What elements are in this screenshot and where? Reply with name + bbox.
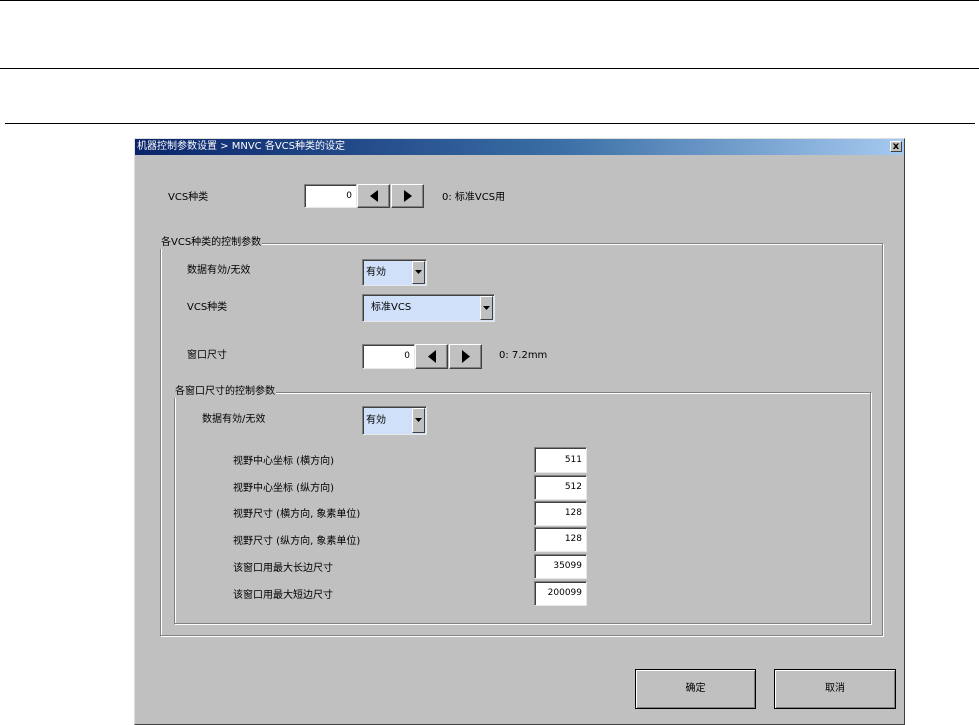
window-size-input[interactable]: 0 xyxy=(362,344,415,369)
window-size-params-legend: 各窗口尺寸的控制参数 xyxy=(174,386,276,398)
dialog-title: 机器控制参数设置 > MNVC 各VCS种类的设定 xyxy=(137,141,346,152)
param-row-label: 视野尺寸 (横方向, 象素单位) xyxy=(233,509,361,520)
vcs-control-params-legend: 各VCS种类的控制参数 xyxy=(160,237,263,249)
window-data-valid-dropdown-button[interactable] xyxy=(412,408,425,433)
vcs-kind-dropdown-button[interactable] xyxy=(480,296,493,320)
cancel-button[interactable]: 取消 xyxy=(774,669,896,709)
param-row-input[interactable]: 512 xyxy=(534,475,587,500)
vcs-kind-label: VCS种类 xyxy=(187,302,228,313)
arrow-left-icon xyxy=(427,350,436,363)
close-icon: x xyxy=(892,141,900,152)
window-data-valid-label: 数据有効/无效 xyxy=(202,414,266,425)
window-size-increment-button[interactable] xyxy=(449,344,482,369)
lower-rule xyxy=(5,123,975,124)
param-row-label: 该窗口用最大短边尺寸 xyxy=(233,590,333,601)
vcs-type-description: 0: 标准VCS用 xyxy=(442,192,506,203)
close-button[interactable]: x xyxy=(890,141,902,152)
vcs-type-increment-button[interactable] xyxy=(391,184,424,208)
data-valid-select-value: 有効 xyxy=(366,267,386,278)
param-row-input[interactable]: 35099 xyxy=(534,554,587,579)
param-row-input[interactable]: 128 xyxy=(534,527,587,552)
window-size-label: 窗口尺寸 xyxy=(187,350,227,361)
vcs-settings-dialog: 机器控制参数设置 > MNVC 各VCS种类的设定 x VCS种类 0 0: 标… xyxy=(134,138,905,725)
chevron-down-icon xyxy=(483,306,490,310)
arrow-right-icon xyxy=(461,350,470,363)
vcs-kind-select-value: 标准VCS xyxy=(371,302,412,313)
data-valid-label: 数据有効/无效 xyxy=(187,265,251,276)
vcs-kind-select[interactable]: 标准VCS xyxy=(362,294,495,322)
arrow-right-icon xyxy=(403,190,412,202)
chevron-down-icon xyxy=(415,270,422,274)
window-data-valid-select-value: 有効 xyxy=(366,415,386,426)
arrow-left-icon xyxy=(369,190,378,202)
window-size-decrement-button[interactable] xyxy=(415,344,448,369)
chevron-down-icon xyxy=(415,418,422,422)
vcs-type-decrement-button[interactable] xyxy=(357,184,390,208)
param-row-input[interactable]: 128 xyxy=(534,501,587,526)
top-rule xyxy=(0,0,979,1)
param-row-label: 视野中心坐标 (纵方向) xyxy=(233,483,334,494)
param-row-input[interactable]: 200099 xyxy=(534,581,587,606)
vcs-type-label: VCS种类 xyxy=(168,192,209,203)
window-data-valid-select[interactable]: 有効 xyxy=(362,406,427,435)
data-valid-dropdown-button[interactable] xyxy=(412,261,425,284)
param-row-label: 视野尺寸 (纵方向, 象素单位) xyxy=(233,536,361,547)
data-valid-select[interactable]: 有効 xyxy=(362,259,427,286)
middle-rule xyxy=(0,68,979,69)
ok-button[interactable]: 确定 xyxy=(635,669,756,709)
param-row-label: 视野中心坐标 (横方向) xyxy=(233,456,334,467)
vcs-type-input[interactable]: 0 xyxy=(304,184,357,208)
window-size-description: 0: 7.2mm xyxy=(499,350,548,361)
param-row-label: 该窗口用最大长边尺寸 xyxy=(233,563,333,574)
param-row-input[interactable]: 511 xyxy=(534,447,587,473)
title-bar[interactable]: 机器控制参数设置 > MNVC 各VCS种类的设定 x xyxy=(135,139,904,155)
